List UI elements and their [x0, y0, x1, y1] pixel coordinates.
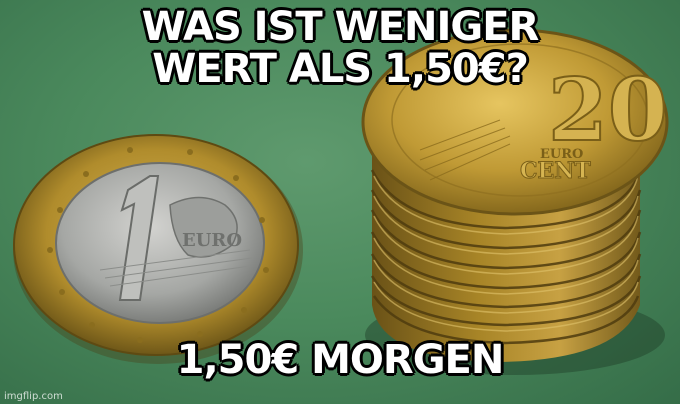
one-euro-coin: EURO: [13, 134, 303, 364]
meme-canvas: EURO 20 EURO CENT WAS IST WENIGER WERT A…: [0, 0, 680, 404]
top-caption: WAS IST WENIGER WERT ALS 1,50€?: [0, 6, 680, 90]
top-caption-line-2: WERT ALS 1,50€?: [152, 46, 529, 92]
imgflip-watermark: imgflip.com: [4, 391, 63, 402]
top-caption-line-1: WAS IST WENIGER: [141, 4, 540, 50]
svg-text:CENT: CENT: [520, 158, 591, 184]
bottom-caption: 1,50€ MORGEN: [176, 337, 505, 383]
svg-text:EURO: EURO: [182, 230, 242, 251]
